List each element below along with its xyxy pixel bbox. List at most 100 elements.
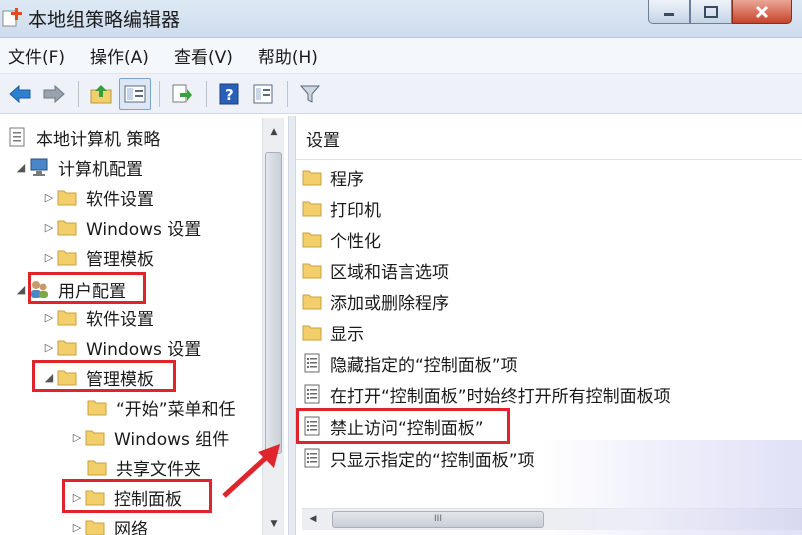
tree-item-cc-windows[interactable]: ▷ Windows 设置 — [42, 212, 202, 242]
toolbar-separator — [159, 80, 160, 107]
list-item[interactable]: 在打开“控制面板”时始终打开所有控制面板项 — [302, 379, 671, 409]
tree-item-shared-folders[interactable]: 共享文件夹 — [86, 452, 201, 482]
expanded-arrow-icon[interactable]: ◢ — [14, 283, 28, 296]
help-icon: ? — [219, 83, 239, 104]
tree-label: 计算机配置 — [58, 159, 143, 180]
tree-item-computer-config[interactable]: ◢ 计算机配置 — [14, 152, 143, 182]
minimize-icon — [664, 12, 674, 16]
minimize-button[interactable] — [648, 0, 690, 24]
forward-arrow-icon — [43, 84, 65, 103]
properties-icon — [253, 84, 273, 103]
tree-label: 本地计算机 策略 — [36, 129, 161, 150]
forward-button[interactable] — [38, 78, 70, 110]
computer-icon — [30, 158, 48, 176]
tree-item-control-panel[interactable]: ▷ 控制面板 — [70, 482, 182, 512]
tree-item-cc-software[interactable]: ▷ 软件设置 — [42, 182, 154, 212]
list-item[interactable]: 显示 — [302, 317, 364, 347]
expanded-arrow-icon[interactable]: ◢ — [14, 161, 28, 174]
properties-button[interactable] — [247, 78, 279, 110]
scrollbar-thumb[interactable] — [265, 152, 282, 454]
collapsed-arrow-icon[interactable]: ▷ — [42, 191, 56, 204]
list-item[interactable]: 程序 — [302, 162, 364, 192]
list-item[interactable]: 区域和语言选项 — [302, 255, 449, 285]
filter-button[interactable] — [294, 78, 326, 110]
toolbar: ? — [0, 74, 802, 114]
show-hide-tree-button[interactable] — [119, 77, 151, 110]
folder-icon — [302, 263, 322, 279]
tree-label: “开始”菜单和任 — [116, 399, 236, 420]
title-bar: 本地组策略编辑器 — [0, 0, 802, 38]
tree-item-start-menu[interactable]: “开始”菜单和任 — [86, 392, 236, 422]
menu-bar: 文件(F) 操作(A) 查看(V) 帮助(H) — [0, 38, 802, 74]
collapsed-arrow-icon[interactable]: ▷ — [42, 221, 56, 234]
list-item[interactable]: 禁止访问“控制面板” — [302, 411, 484, 441]
tree-item-network[interactable]: ▷ 网络 — [70, 512, 148, 535]
list-item-label: 程序 — [330, 169, 364, 190]
tree-label: Windows 组件 — [114, 429, 230, 450]
up-button[interactable] — [85, 78, 117, 110]
watermark-overlay — [540, 440, 802, 535]
help-button[interactable]: ? — [213, 78, 245, 110]
list-item[interactable]: 添加或删除程序 — [302, 286, 449, 316]
pane-splitter[interactable] — [288, 116, 296, 535]
scrollbar-thumb[interactable]: III — [332, 511, 544, 528]
menu-view[interactable]: 查看(V) — [166, 43, 233, 68]
policy-document-icon — [9, 127, 25, 147]
list-item-label: 禁止访问“控制面板” — [330, 418, 484, 439]
back-button[interactable] — [4, 78, 36, 110]
export-list-button[interactable] — [166, 78, 198, 110]
tree-item-uc-windows[interactable]: ▷ Windows 设置 — [42, 332, 202, 362]
menu-file[interactable]: 文件(F) — [0, 43, 65, 68]
tree-item-cc-admin[interactable]: ▷ 管理模板 — [42, 242, 154, 272]
folder-icon — [302, 232, 322, 248]
policy-setting-icon — [304, 353, 320, 373]
tree-item-user-config[interactable]: ◢ 用户配置 — [14, 274, 126, 304]
toolbar-separator — [206, 80, 207, 107]
maximize-icon — [704, 5, 718, 18]
collapsed-arrow-icon[interactable]: ▷ — [42, 341, 56, 354]
folder-icon — [57, 250, 77, 266]
list-item-label: 添加或删除程序 — [330, 293, 449, 314]
list-item[interactable]: 只显示指定的“控制面板”项 — [302, 443, 535, 473]
collapsed-arrow-icon[interactable]: ▷ — [70, 431, 84, 444]
folder-icon — [85, 520, 105, 535]
folder-icon — [85, 430, 105, 446]
column-header-setting[interactable]: 设置 — [296, 122, 802, 160]
maximize-button[interactable] — [690, 0, 732, 24]
close-button[interactable] — [732, 0, 792, 24]
collapsed-arrow-icon[interactable]: ▷ — [42, 311, 56, 324]
policy-setting-icon — [304, 384, 320, 404]
policy-setting-icon — [304, 448, 320, 468]
expanded-arrow-icon[interactable]: ◢ — [42, 371, 56, 384]
tree-item-root[interactable]: 本地计算机 策略 — [6, 122, 160, 152]
app-icon — [2, 8, 22, 27]
list-item[interactable]: 打印机 — [302, 193, 381, 223]
tree-label: 软件设置 — [86, 309, 154, 330]
folder-icon — [57, 220, 77, 236]
folder-icon — [57, 370, 77, 386]
list-item[interactable]: 隐藏指定的“控制面板”项 — [302, 348, 518, 378]
folder-icon — [302, 325, 322, 341]
scroll-left-arrow-icon[interactable]: ◀ — [302, 509, 324, 529]
tree-label: 控制面板 — [114, 489, 182, 510]
tree-item-uc-software[interactable]: ▷ 软件设置 — [42, 302, 154, 332]
tree-label: 软件设置 — [86, 189, 154, 210]
list-item-label: 显示 — [330, 324, 364, 345]
tree-label: 管理模板 — [86, 369, 154, 390]
menu-help[interactable]: 帮助(H) — [250, 43, 318, 68]
tree-label: 管理模板 — [86, 249, 154, 270]
tree-item-win-components[interactable]: ▷ Windows 组件 — [70, 422, 230, 452]
collapsed-arrow-icon[interactable]: ▷ — [70, 521, 84, 534]
tree-item-uc-admin[interactable]: ◢ 管理模板 — [42, 362, 154, 392]
list-item[interactable]: 个性化 — [302, 224, 381, 254]
menu-action[interactable]: 操作(A) — [82, 43, 149, 68]
scroll-up-arrow-icon[interactable]: ▲ — [263, 122, 285, 142]
folder-icon — [302, 170, 322, 186]
toolbar-separator — [78, 80, 79, 107]
scroll-down-arrow-icon[interactable]: ▼ — [263, 514, 285, 534]
close-icon — [755, 5, 769, 18]
collapsed-arrow-icon[interactable]: ▷ — [70, 491, 84, 504]
collapsed-arrow-icon[interactable]: ▷ — [42, 251, 56, 264]
folder-icon — [302, 294, 322, 310]
list-item-label: 区域和语言选项 — [330, 262, 449, 283]
